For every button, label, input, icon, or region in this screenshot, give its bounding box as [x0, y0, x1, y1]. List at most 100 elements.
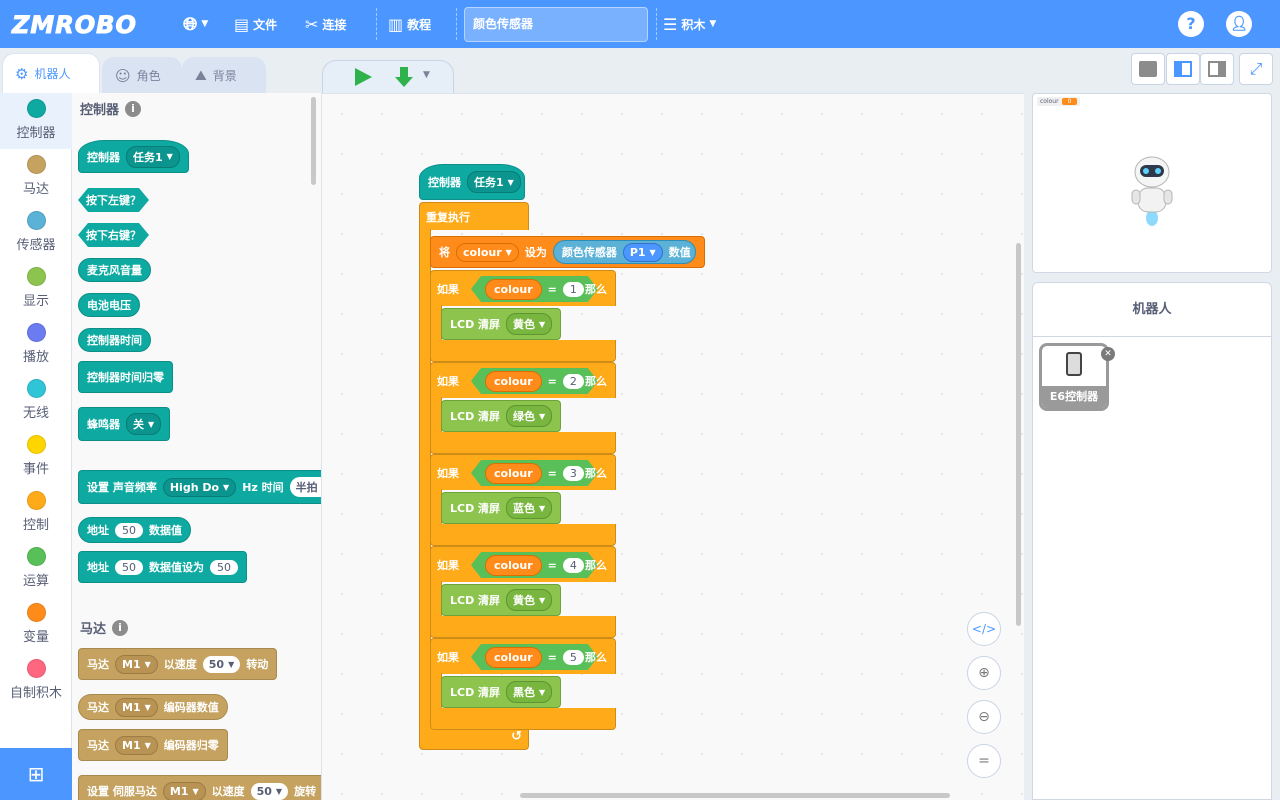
sprite-item-e6-controller[interactable]: E6控制器 — [1039, 343, 1109, 411]
color-dropdown[interactable]: 黑色 ▼ — [506, 681, 553, 703]
color-dropdown[interactable]: 黄色 ▼ — [506, 589, 553, 611]
code-view-button[interactable]: </> — [967, 612, 1001, 646]
number-input[interactable]: 50 — [210, 559, 238, 575]
set-variable-block[interactable]: 将 colour ▼ 设为 颜色传感器 P1 ▼ 数值 — [430, 236, 705, 268]
variable-reporter[interactable]: colour — [485, 555, 542, 576]
speed-dropdown[interactable]: 50 ▼ — [202, 655, 241, 673]
info-icon[interactable]: i — [125, 100, 142, 117]
palette-scrollbar[interactable] — [311, 97, 316, 185]
help-icon[interactable]: ? — [1178, 11, 1204, 37]
lcd-clear-block[interactable]: LCD 清屏 黑色 ▼ — [441, 676, 562, 708]
run-icon[interactable] — [353, 67, 373, 87]
zoom-out-icon[interactable]: ⊖ — [967, 700, 1001, 734]
block-timer-reset[interactable]: 控制器时间归零 — [78, 361, 173, 393]
block-servo-rotate[interactable]: 设置 伺服马达 M1 ▼ 以速度 50 ▼ 旋转 — [78, 775, 321, 800]
number-input[interactable]: 2 — [563, 374, 584, 389]
category-controller[interactable]: 控制器 — [0, 93, 72, 149]
color-dropdown[interactable]: 蓝色 ▼ — [506, 497, 553, 519]
number-input[interactable]: 4 — [563, 558, 584, 573]
equals-operator[interactable]: colour = 3 — [471, 460, 598, 486]
forever-block[interactable]: 重复执行 — [419, 202, 529, 230]
speed-dropdown[interactable]: 50 ▼ — [250, 782, 289, 800]
variable-dropdown[interactable]: colour ▼ — [456, 242, 519, 262]
if-block[interactable]: 如果 colour = 1 那么 — [430, 270, 616, 306]
lcd-clear-block[interactable]: LCD 清屏 绿色 ▼ — [441, 400, 562, 432]
block-mic-volume[interactable]: 麦克风音量 — [78, 258, 151, 282]
category-variables[interactable]: 变量 — [0, 597, 72, 653]
port-dropdown[interactable]: P1 ▼ — [622, 242, 663, 262]
equals-operator[interactable]: colour = 2 — [471, 368, 598, 394]
lcd-clear-block[interactable]: LCD 清屏 黄色 ▼ — [441, 308, 562, 340]
motor-port-dropdown[interactable]: M1 ▼ — [115, 654, 158, 674]
block-battery[interactable]: 电池电压 — [78, 293, 140, 317]
variable-reporter[interactable]: colour — [485, 647, 542, 668]
category-my-blocks[interactable]: 自制积木 — [0, 653, 72, 709]
connect-menu[interactable]: ✂ 连接 — [305, 0, 346, 48]
blocks-mode-menu[interactable]: ☰ 积木 ▼ — [663, 0, 716, 48]
split-stage-button[interactable] — [1166, 53, 1200, 85]
tutorial-menu[interactable]: ▥ 教程 — [388, 0, 431, 48]
fullscreen-button[interactable]: ⤢ — [1239, 53, 1273, 85]
variable-reporter[interactable]: colour — [485, 371, 542, 392]
block-address-set[interactable]: 地址 50 数据值设为 50 — [78, 551, 247, 583]
equals-operator[interactable]: colour = 1 — [471, 276, 598, 302]
file-menu[interactable]: ▤ 文件 — [234, 0, 277, 48]
category-events[interactable]: 事件 — [0, 429, 72, 485]
small-stage-button[interactable] — [1131, 53, 1165, 85]
close-icon[interactable]: ✕ — [1101, 347, 1115, 361]
category-operators[interactable]: 运算 — [0, 541, 72, 597]
tab-background[interactable]: ⛰ 背景 — [182, 57, 266, 93]
color-sensor-reporter[interactable]: 颜色传感器 P1 ▼ 数值 — [552, 240, 696, 264]
block-encoder-value[interactable]: 马达 M1 ▼ 编码器数值 — [78, 694, 228, 720]
equals-operator[interactable]: colour = 5 — [471, 644, 598, 670]
if-block[interactable]: 如果 colour = 4 那么 — [430, 546, 616, 582]
category-control[interactable]: 控制 — [0, 485, 72, 541]
info-icon[interactable]: i — [112, 619, 129, 636]
tab-role[interactable]: ☺ 角色 — [102, 57, 182, 93]
equals-operator[interactable]: colour = 4 — [471, 552, 598, 578]
if-block[interactable]: 如果 colour = 3 那么 — [430, 454, 616, 490]
if-block[interactable]: 如果 colour = 5 那么 — [430, 638, 616, 674]
block-right-key[interactable]: 按下右键？ — [78, 223, 149, 247]
if-block[interactable]: 如果 colour = 2 那么 — [430, 362, 616, 398]
motor-port-dropdown[interactable]: M1 ▼ — [162, 781, 206, 800]
category-display[interactable]: 显示 — [0, 261, 72, 317]
color-dropdown[interactable]: 绿色 ▼ — [506, 405, 553, 427]
workspace-vertical-scrollbar[interactable] — [1016, 243, 1021, 626]
number-input[interactable]: 5 — [563, 650, 584, 665]
number-input[interactable]: 3 — [563, 466, 584, 481]
beat-dropdown[interactable]: 半拍▼ — [289, 477, 321, 497]
block-encoder-reset[interactable]: 马达 M1 ▼ 编码器归零 — [78, 729, 228, 761]
script-workspace[interactable]: 控制器 任务1 ▼ 重复执行 ↺ 将 colour ▼ 设为 颜色传感器 P1 ▼ 数… — [322, 93, 1024, 800]
lcd-clear-block[interactable]: LCD 清屏 黄色 ▼ — [441, 584, 562, 616]
project-name-input[interactable]: 颜色传感器 — [464, 7, 648, 42]
block-address-value[interactable]: 地址 50 数据值 — [78, 517, 191, 543]
variable-reporter[interactable]: colour — [485, 279, 542, 300]
task-dropdown[interactable]: 任务1 ▼ — [467, 171, 521, 193]
large-stage-button[interactable] — [1200, 53, 1234, 85]
zoom-reset-icon[interactable]: = — [967, 744, 1001, 778]
download-icon[interactable] — [393, 66, 415, 88]
motor-port-dropdown[interactable]: M1 ▼ — [115, 697, 158, 717]
buzzer-dropdown[interactable]: 关 ▼ — [126, 413, 162, 435]
zoom-in-icon[interactable]: ⊕ — [967, 656, 1001, 690]
block-timer[interactable]: 控制器时间 — [78, 328, 151, 352]
number-input[interactable]: 50 — [115, 522, 143, 538]
robot-sprite-icon[interactable] — [1129, 154, 1175, 226]
block-left-key[interactable]: 按下左键？ — [78, 188, 149, 212]
number-input[interactable]: 1 — [563, 282, 584, 297]
block-buzzer[interactable]: 蜂鸣器 关 ▼ — [78, 407, 171, 441]
block-motor-rotate[interactable]: 马达 M1 ▼ 以速度 50 ▼ 转动 — [78, 648, 278, 680]
category-motor[interactable]: 马达 — [0, 149, 72, 205]
workspace-horizontal-scrollbar[interactable] — [520, 793, 950, 798]
tab-robot[interactable]: ⚙ 机器人 — [2, 53, 100, 93]
color-dropdown[interactable]: 黄色 ▼ — [506, 313, 553, 335]
stage[interactable]: colour 0 — [1032, 93, 1272, 273]
note-dropdown[interactable]: High Do ▼ — [162, 477, 237, 497]
language-menu[interactable]: 🌐︎ ▼ — [183, 0, 208, 48]
add-extension-button[interactable]: ⊞ — [0, 748, 72, 800]
lcd-clear-block[interactable]: LCD 清屏 蓝色 ▼ — [441, 492, 562, 524]
block-set-tone[interactable]: 设置 声音频率 High Do▼ Hz 时间 半拍▼ — [78, 470, 321, 504]
number-input[interactable]: 50 — [115, 559, 143, 575]
variable-reporter[interactable]: colour — [485, 463, 542, 484]
